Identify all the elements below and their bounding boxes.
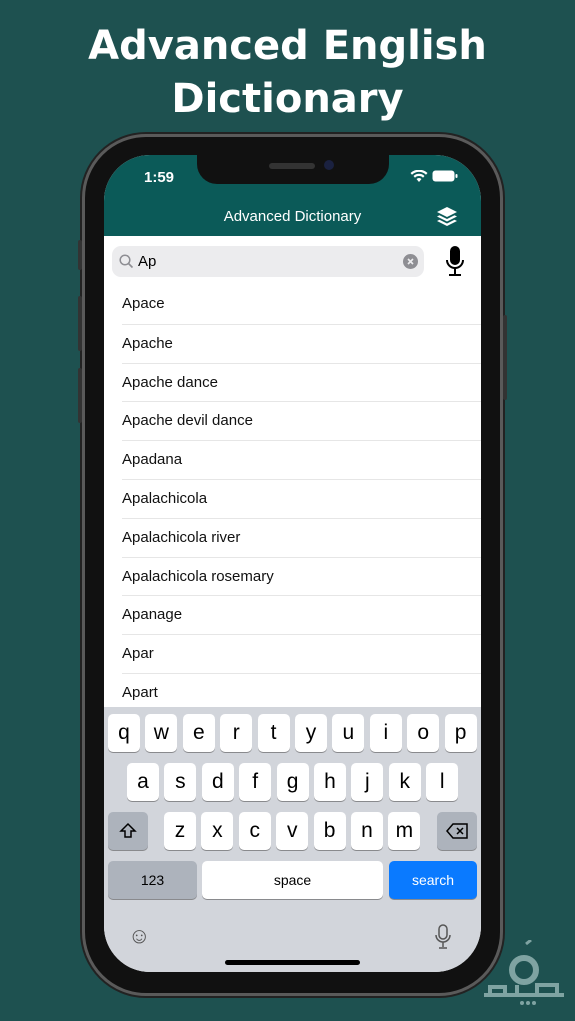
key-c[interactable]: c (238, 812, 271, 850)
backspace-icon (446, 823, 468, 839)
numbers-key[interactable]: 123 (108, 861, 197, 899)
battery-icon (432, 170, 458, 182)
promo-title: Advanced English Dictionary (0, 20, 575, 126)
search-field[interactable] (112, 246, 424, 277)
key-m[interactable]: m (388, 812, 421, 850)
key-b[interactable]: b (313, 812, 346, 850)
key-x[interactable]: x (201, 812, 234, 850)
screen: 1:59 Advanced Dictionary ApaceApacheApac… (104, 155, 481, 972)
key-l[interactable]: l (426, 763, 459, 801)
emoji-icon[interactable]: ☺ (128, 923, 150, 949)
microphone-icon[interactable] (445, 246, 465, 278)
home-indicator (225, 960, 360, 965)
search-icon (119, 254, 134, 269)
backspace-key[interactable] (437, 812, 477, 850)
page-title: Advanced Dictionary (223, 208, 362, 225)
key-j[interactable]: j (351, 763, 384, 801)
search-input[interactable] (138, 246, 398, 277)
key-k[interactable]: k (388, 763, 421, 801)
promo-line-1: Advanced English (88, 23, 487, 69)
result-item[interactable]: Apalachicola rosemary (122, 556, 481, 596)
wifi-icon (410, 170, 428, 182)
result-item[interactable]: Apart (122, 672, 481, 712)
key-h[interactable]: h (314, 763, 346, 801)
key-g[interactable]: g (276, 763, 309, 801)
result-item[interactable]: Apache (122, 323, 481, 363)
result-item[interactable]: Apanage (122, 595, 481, 634)
key-t[interactable]: t (257, 714, 290, 752)
notch (197, 155, 389, 184)
search-key[interactable]: search (389, 861, 477, 899)
key-d[interactable]: d (201, 763, 234, 801)
result-item[interactable]: Apar (122, 634, 481, 673)
results-list: Apace Apache Apache dance Apache devil danc… (104, 285, 481, 712)
key-n[interactable]: n (351, 812, 383, 850)
result-item[interactable]: Apache dance (122, 362, 481, 402)
status-time: 1:59 (144, 169, 175, 186)
volume-down (78, 368, 82, 423)
key-p[interactable]: p (444, 714, 477, 752)
key-q[interactable]: q (108, 714, 140, 752)
nav-header: 1:59 Advanced Dictionary (104, 155, 481, 236)
key-r[interactable]: r (220, 714, 253, 752)
key-f[interactable]: f (239, 763, 272, 801)
key-w[interactable]: w (145, 714, 178, 752)
result-item[interactable]: Apadana (122, 440, 481, 479)
key-u[interactable]: u (332, 714, 365, 752)
watermark-logo (484, 940, 564, 1005)
mute-switch (78, 240, 82, 270)
shift-icon (119, 822, 137, 838)
dictation-icon[interactable] (435, 924, 451, 950)
layers-icon[interactable] (435, 205, 459, 229)
result-item[interactable]: Apalachicola (122, 478, 481, 518)
key-e[interactable]: e (182, 714, 215, 752)
result-item[interactable]: Apace (122, 285, 481, 324)
key-s[interactable]: s (164, 763, 197, 801)
result-item[interactable]: Apache devil dance (122, 401, 481, 440)
volume-up (78, 296, 82, 351)
promo-line-2: Dictionary (171, 76, 404, 122)
power-button (503, 315, 507, 400)
key-z[interactable]: z (164, 812, 196, 850)
key-v[interactable]: v (276, 812, 309, 850)
space-key[interactable]: space (202, 861, 383, 899)
result-item[interactable]: Apalachicola river (122, 517, 481, 557)
keyboard: ☺ q w e r t y u i o p a s d f g h j k l z x c v b n m 123 space sear… (104, 707, 481, 972)
key-y[interactable]: y (295, 714, 327, 752)
key-a[interactable]: a (127, 763, 159, 801)
clear-icon[interactable] (403, 254, 418, 269)
shift-key[interactable] (108, 812, 148, 850)
key-o[interactable]: o (407, 714, 440, 752)
key-i[interactable]: i (369, 714, 402, 752)
